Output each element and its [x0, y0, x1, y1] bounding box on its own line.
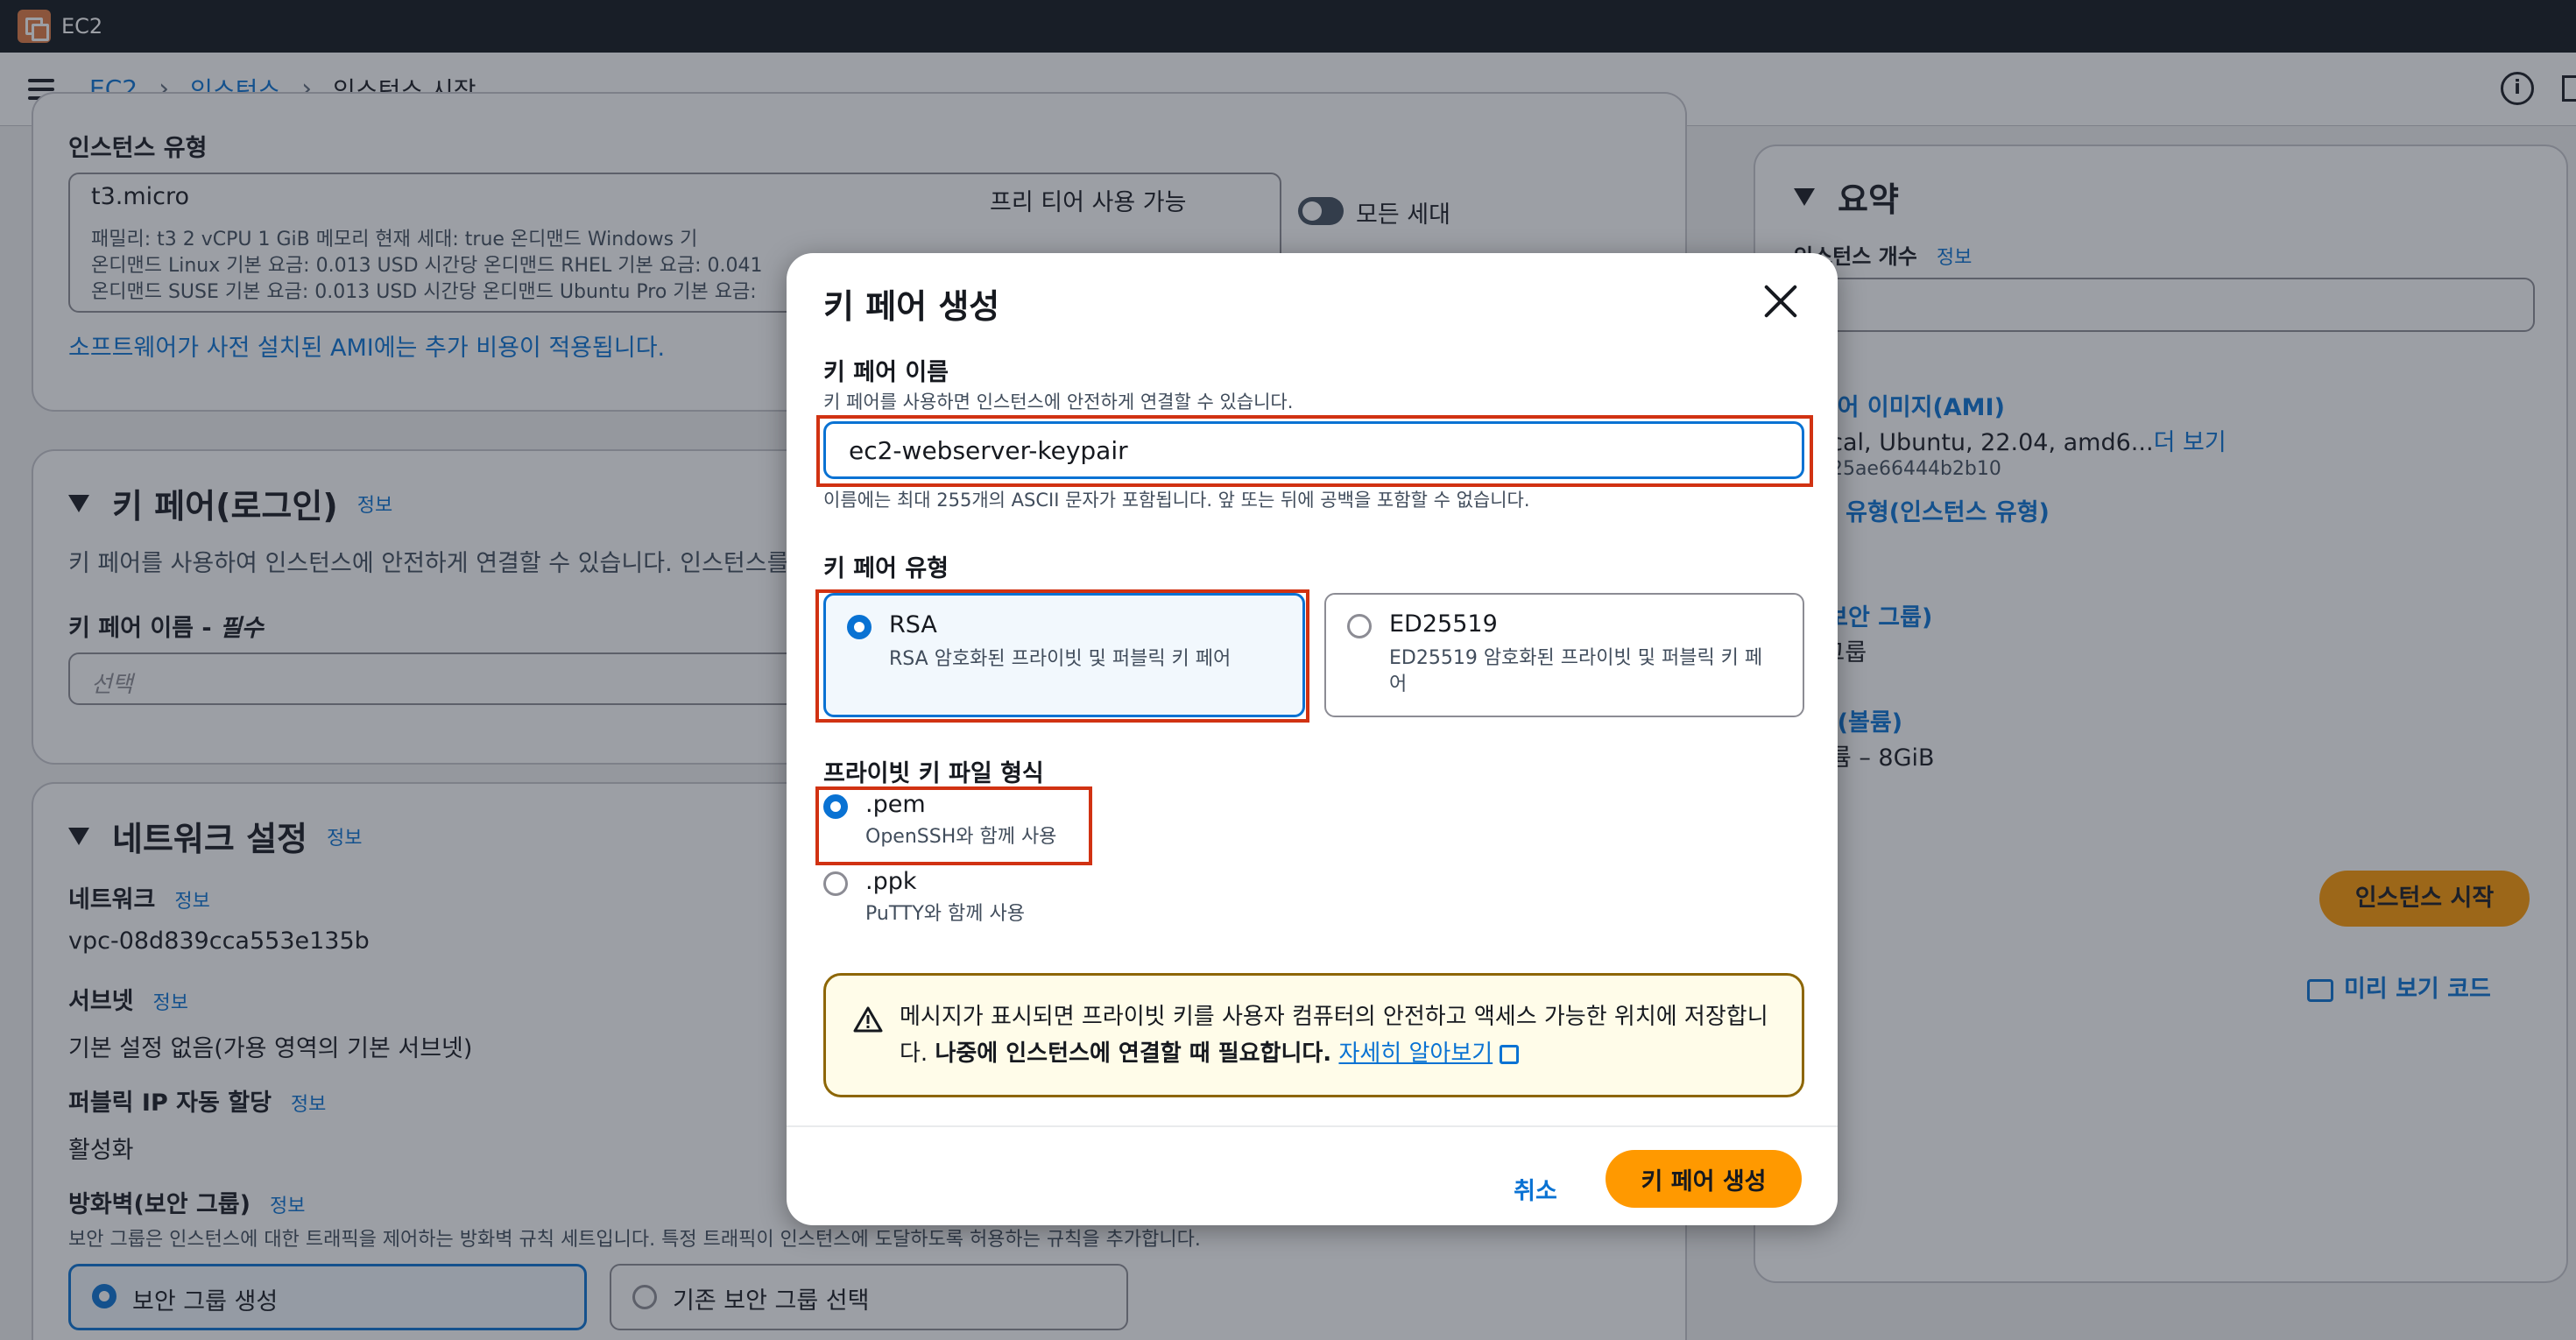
rsa-highlight — [815, 589, 1309, 723]
dialog-title: 키 페어 생성 — [823, 287, 1000, 326]
keypair-name-hint: 이름에는 최대 255개의 ASCII 문자가 포함됩니다. 앞 또는 뒤에 공… — [823, 490, 1530, 511]
ppk-option[interactable]: .ppk PuTTY와 함께 사용 — [823, 866, 1086, 936]
ed25519-description-line: ED25519 암호화된 프라이빗 및 퍼블릭 키 페 — [1389, 647, 1763, 669]
ed25519-description-line: 어 — [1389, 674, 1408, 695]
key-format-label: 프라이빗 키 파일 형식 — [823, 760, 1044, 787]
keypair-name-description: 키 페어를 사용하면 인스턴스에 안전하게 연결할 수 있습니다. — [823, 391, 1294, 413]
ed25519-radio[interactable] — [1347, 614, 1372, 638]
keypair-type-label: 키 페어 유형 — [823, 555, 949, 582]
warning-alert: 메시지가 표시되면 프라이빗 키를 사용자 컴퓨터의 안전하고 액세스 가능한 … — [823, 973, 1804, 1097]
create-keypair-dialog: 키 페어 생성 키 페어 이름 키 페어를 사용하면 인스턴스에 안전하게 연결… — [787, 253, 1838, 1225]
ppk-radio[interactable] — [823, 871, 848, 896]
ed25519-title: ED25519 — [1389, 610, 1498, 638]
footer-divider — [787, 1125, 1838, 1127]
warning-icon — [853, 1006, 883, 1033]
warning-bold-text: 나중에 인스턴스에 연결할 때 필요합니다. — [935, 1040, 1332, 1067]
warning-text: 메시지가 표시되면 프라이빗 키를 사용자 컴퓨터의 안전하고 액세스 가능한 … — [900, 998, 1775, 1072]
learn-more-link[interactable]: 자세히 알아보기 — [1338, 1040, 1493, 1067]
ppk-description: PuTTY와 함께 사용 — [865, 903, 1025, 925]
cancel-button[interactable]: 취소 — [1496, 1162, 1575, 1215]
keypair-name-label: 키 페어 이름 — [823, 359, 949, 386]
keypair-name-highlight — [816, 415, 1813, 487]
ed25519-option-tile[interactable]: ED25519 ED25519 암호화된 프라이빗 및 퍼블릭 키 페 어 — [1324, 593, 1804, 717]
close-icon[interactable] — [1762, 283, 1799, 320]
create-keypair-button[interactable]: 키 페어 생성 — [1606, 1150, 1802, 1208]
learn-more-text: 자세히 알아보기 — [1338, 1040, 1493, 1067]
ppk-title: .ppk — [865, 868, 917, 895]
external-link-icon — [1500, 1044, 1520, 1064]
pem-highlight — [815, 786, 1092, 865]
